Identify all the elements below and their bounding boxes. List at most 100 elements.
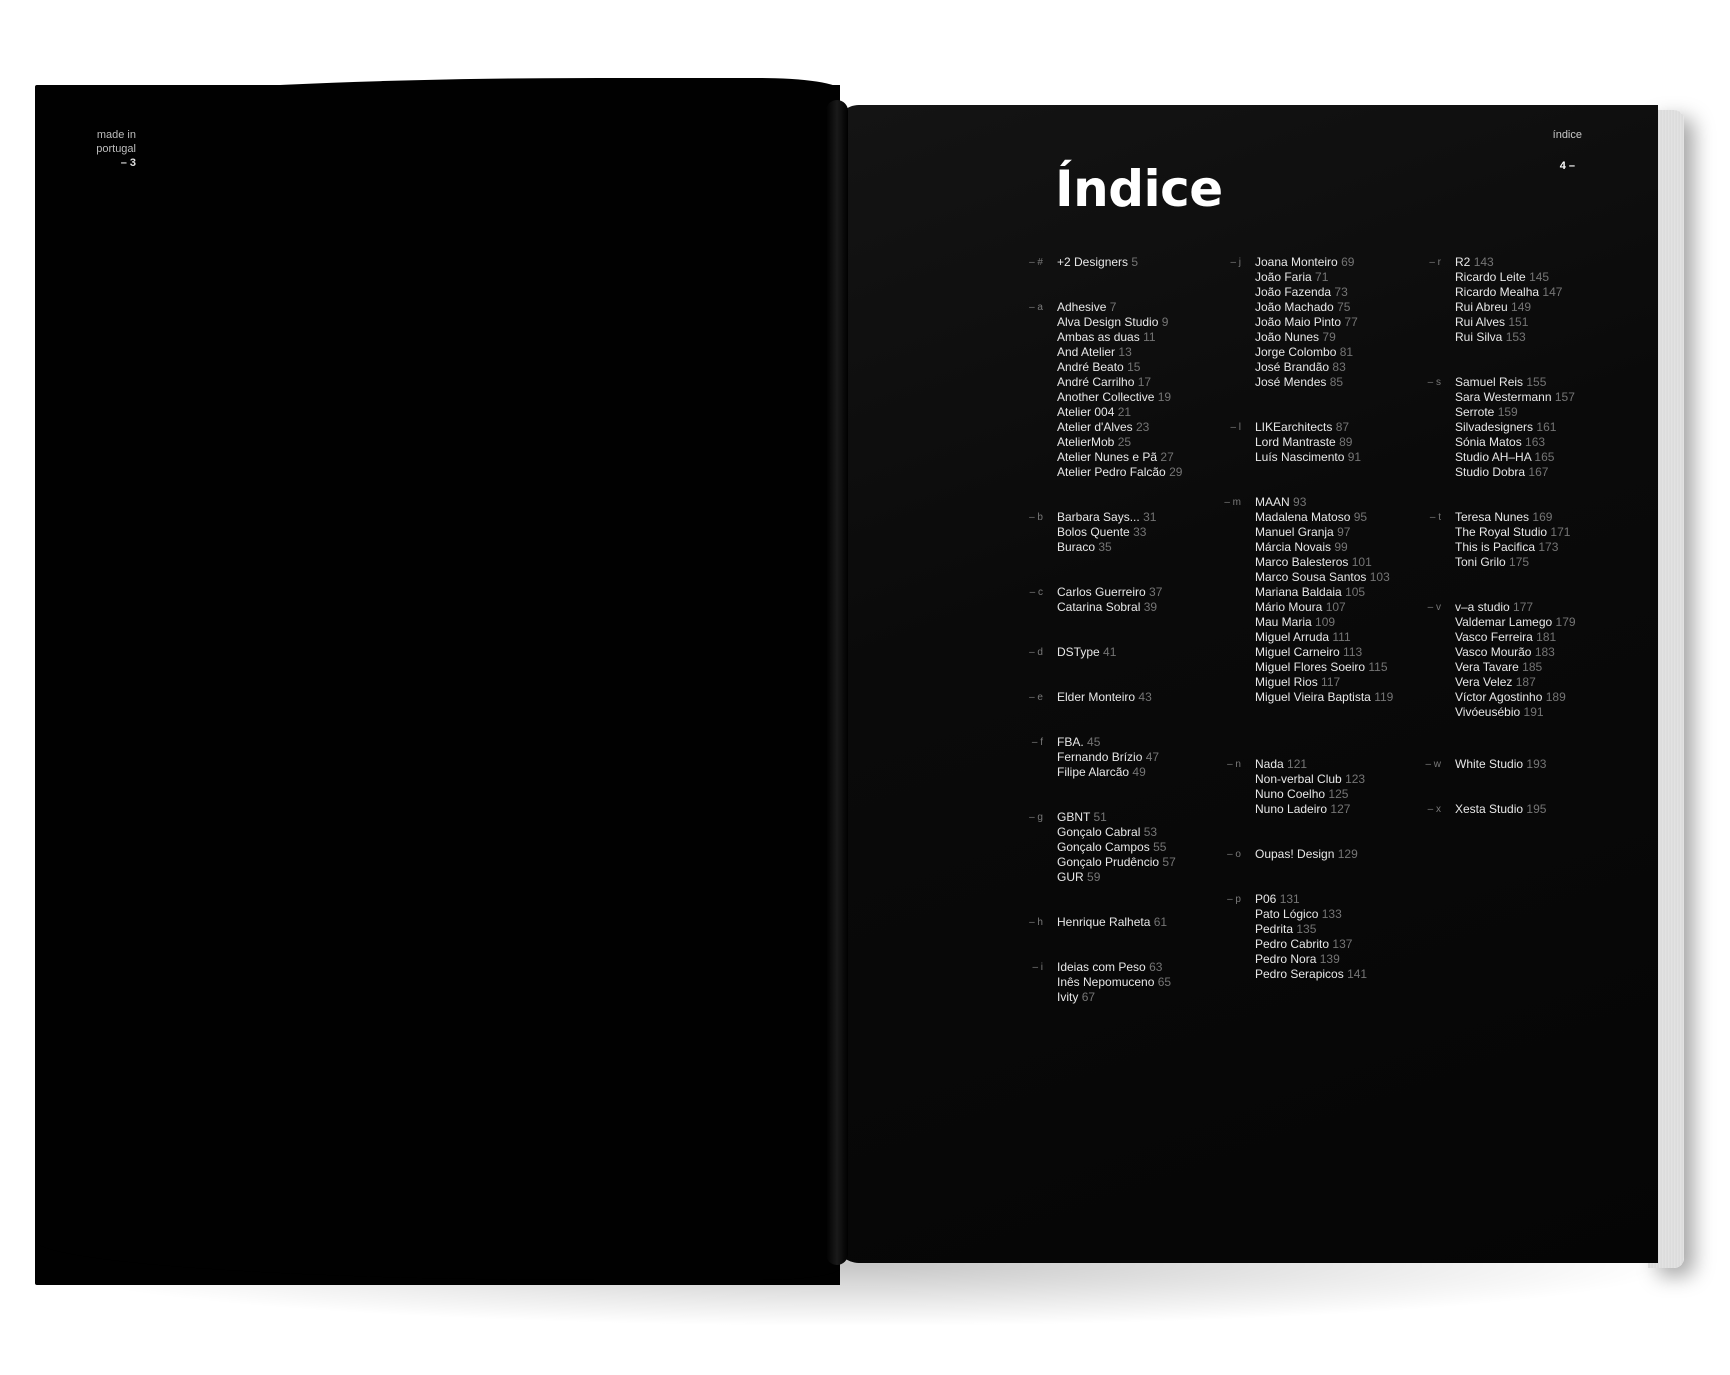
entry-name: Atelier Nunes e Pã: [1057, 450, 1158, 464]
entry-page-number: 161: [1536, 420, 1557, 434]
index-entry: Xesta Studio 195: [1455, 802, 1655, 817]
entry-page-number: 125: [1328, 787, 1349, 801]
entry-name: Pedro Nora: [1255, 952, 1317, 966]
index-letter: – #: [1029, 257, 1043, 268]
entry-name: Marco Balesteros: [1255, 555, 1349, 569]
index-group: – t Teresa Nunes 169 The Royal Studio 171 T…: [1430, 510, 1655, 570]
entry-page-number: 73: [1334, 285, 1348, 299]
entry-page-number: 93: [1293, 495, 1307, 509]
entry-name: Ricardo Leite: [1455, 270, 1526, 284]
index-entry: The Royal Studio 171: [1455, 525, 1655, 540]
running-head-line: portugal: [96, 143, 136, 155]
entry-name: Pedro Cabrito: [1255, 937, 1330, 951]
index-entry: João Machado 75: [1255, 300, 1455, 315]
entry-name: FBA.: [1057, 735, 1084, 749]
index-entry: GUR 59: [1057, 870, 1257, 885]
index-entry: Marco Sousa Santos 103: [1255, 570, 1455, 585]
entry-name: Rui Silva: [1455, 330, 1503, 344]
entry-page-number: 97: [1337, 525, 1351, 539]
entry-page-number: 157: [1554, 390, 1575, 404]
index-letter: – j: [1230, 257, 1241, 268]
entry-name: Joana Monteiro: [1255, 255, 1338, 269]
entry-page-number: 135: [1296, 922, 1317, 936]
index-group: – a Adhesive 7 Alva Design Studio 9 Ambas a…: [1029, 300, 1257, 480]
index-entry: Miguel Carneiro 113: [1255, 645, 1455, 660]
index-entry: Miguel Vieira Baptista 119: [1255, 690, 1455, 705]
index-entry: Vivóeusébio 191: [1455, 705, 1655, 720]
index-entry: Luís Nascimento 91: [1255, 450, 1455, 465]
index-entry: And Atelier 13: [1057, 345, 1257, 360]
entry-name: Teresa Nunes: [1455, 510, 1530, 524]
index-group: – j Joana Monteiro 69 João Faria 71 João Fa…: [1230, 255, 1455, 390]
entry-page-number: 165: [1534, 450, 1555, 464]
entry-name: Another Collective: [1057, 390, 1155, 404]
entry-name: Adhesive: [1057, 300, 1107, 314]
entry-page-number: 95: [1353, 510, 1368, 524]
entry-page-number: 57: [1162, 855, 1176, 869]
entry-page-number: 181: [1536, 630, 1557, 644]
index-entry: Manuel Granja 97: [1255, 525, 1455, 540]
entry-name: Miguel Arruda: [1255, 630, 1330, 644]
entry-page-number: 147: [1542, 285, 1563, 299]
entry-page-number: 195: [1526, 802, 1547, 816]
index-entry: Silvadesigners 161: [1455, 420, 1655, 435]
entry-name: Inês Nepomuceno: [1057, 975, 1155, 989]
index-entry: Miguel Flores Soeiro 115: [1255, 660, 1455, 675]
entry-name: Marco Sousa Santos: [1255, 570, 1367, 584]
entry-page-number: 133: [1321, 907, 1342, 921]
entry-page-number: 123: [1345, 772, 1366, 786]
entry-name: Oupas! Design: [1255, 847, 1335, 861]
entry-page-number: 7: [1109, 300, 1117, 314]
index-entry: Lord Mantraste 89: [1255, 435, 1455, 450]
entry-page-number: 149: [1511, 300, 1532, 314]
entry-page-number: 59: [1087, 870, 1101, 884]
right-page-number: 4 –: [1559, 160, 1575, 172]
index-entry: Ricardo Mealha 147: [1455, 285, 1655, 300]
index-group: – e Elder Monteiro 43: [1029, 690, 1257, 705]
index-entry: Atelier Pedro Falcão 29: [1057, 465, 1257, 480]
index-group: – r R2 143 Ricardo Leite 145 Ricardo Mealha…: [1429, 255, 1655, 345]
entry-name: +2 Designers: [1057, 255, 1129, 269]
entry-name: Miguel Carneiro: [1255, 645, 1340, 659]
entry-page-number: 111: [1332, 630, 1351, 644]
index-entry: Valdemar Lamego 179: [1455, 615, 1655, 630]
entry-name: MAAN: [1255, 495, 1290, 509]
index-entry: Studio AH–HA 165: [1455, 450, 1655, 465]
index-entry: DSType 41: [1057, 645, 1257, 660]
index-entry: Mariana Baldaia 105: [1255, 585, 1455, 600]
entry-page-number: 51: [1093, 810, 1107, 824]
index-entry: Vasco Ferreira 181: [1455, 630, 1655, 645]
index-letter: – v: [1427, 602, 1441, 613]
entry-page-number: 163: [1525, 435, 1546, 449]
entry-name: Samuel Reis: [1455, 375, 1524, 389]
index-entry: FBA. 45: [1057, 735, 1257, 750]
entry-name: Vivóeusébio: [1455, 705, 1521, 719]
index-entry: Bolos Quente 33: [1057, 525, 1257, 540]
entry-name: Mariana Baldaia: [1255, 585, 1342, 599]
index-letter: – h: [1029, 917, 1043, 928]
entry-name: Barbara Says...: [1057, 510, 1140, 524]
index-letter: – g: [1029, 812, 1043, 823]
entry-page-number: 193: [1526, 757, 1547, 771]
index-entry: Alva Design Studio 9: [1057, 315, 1257, 330]
entry-page-number: 171: [1550, 525, 1571, 539]
entry-name: Bolos Quente: [1057, 525, 1130, 539]
entry-page-number: 63: [1149, 960, 1163, 974]
entry-page-number: 69: [1341, 255, 1355, 269]
index-group: – p P06 131 Pato Lógico 133 Pedrita 135 Pedr…: [1227, 892, 1455, 982]
index-entry: Sara Westermann 157: [1455, 390, 1655, 405]
index-entry: Rui Abreu 149: [1455, 300, 1655, 315]
entry-page-number: 47: [1145, 750, 1160, 764]
entry-page-number: 71: [1315, 270, 1329, 284]
entry-name: Carlos Guerreiro: [1057, 585, 1146, 599]
index-entry: João Faria 71: [1255, 270, 1455, 285]
entry-name: Catarina Sobral: [1057, 600, 1141, 614]
index-entry: André Carrilho 17: [1057, 375, 1257, 390]
index-entry: Marco Balesteros 101: [1255, 555, 1455, 570]
entry-page-number: 191: [1523, 705, 1544, 719]
entry-page-number: 61: [1153, 915, 1168, 929]
entry-page-number: 117: [1321, 675, 1341, 689]
entry-name: André Beato: [1057, 360, 1124, 374]
entry-name: Alva Design Studio: [1057, 315, 1159, 329]
entry-name: Non-verbal Club: [1255, 772, 1342, 786]
